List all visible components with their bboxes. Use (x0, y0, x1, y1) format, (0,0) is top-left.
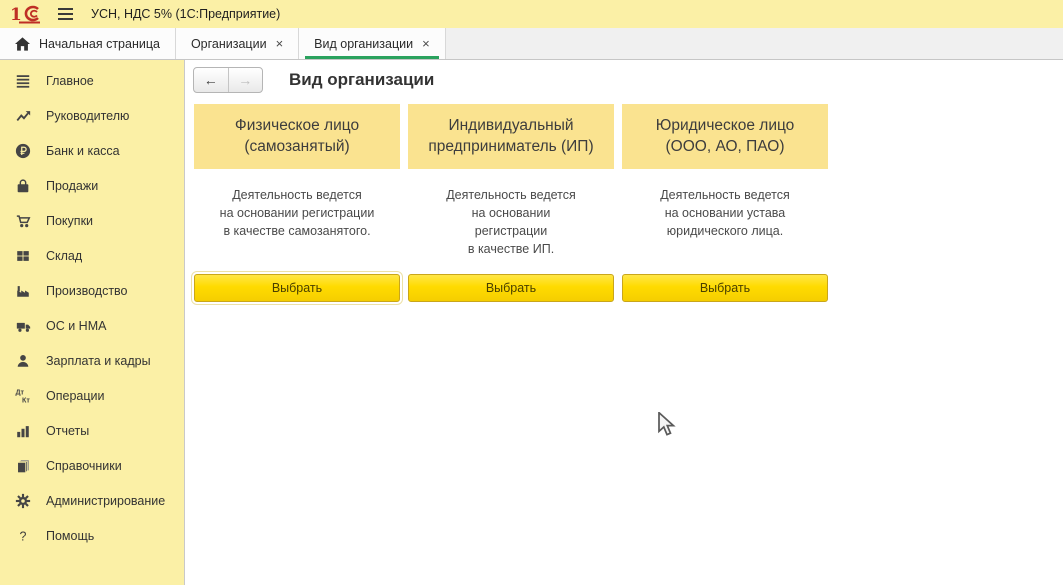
card-legal-entity: Юридическое лицо (ООО, АО, ПАО) Деятельн… (622, 104, 828, 302)
sidebar-item-operatsii[interactable]: Дт Кт Операции (0, 378, 184, 413)
tab-organizations[interactable]: Организации × (176, 28, 299, 59)
sidebar-item-label: Справочники (46, 459, 122, 473)
factory-icon (13, 283, 33, 299)
sidebar-item-label: ОС и НМА (46, 319, 106, 333)
main-menu-icon[interactable] (58, 8, 73, 20)
main-content: ← → Вид организации Физическое лицо (сам… (185, 60, 1063, 585)
close-icon[interactable]: × (276, 37, 284, 50)
forward-button: → (229, 68, 263, 92)
card-description: Деятельность ведется на основании регист… (408, 169, 614, 274)
truck-icon (13, 318, 33, 334)
sidebar: Главное Руководителю Банк и касса (0, 60, 185, 585)
books-icon (13, 458, 33, 474)
active-tab-underline (305, 56, 439, 59)
sidebar-item-proizvodstvo[interactable]: Производство (0, 273, 184, 308)
sidebar-item-pomosch[interactable]: ? Помощь (0, 518, 184, 553)
sidebar-item-bank-i-kassa[interactable]: Банк и касса (0, 133, 184, 168)
mouse-cursor (657, 412, 677, 441)
close-icon[interactable]: × (422, 37, 430, 50)
card-description: Деятельность ведется на основании регист… (194, 169, 400, 274)
ruble-coin-icon (13, 143, 33, 159)
sidebar-item-label: Администрирование (46, 494, 165, 508)
sidebar-item-zarplata-i-kadry[interactable]: Зарплата и кадры (0, 343, 184, 378)
sales-bag-icon (13, 178, 33, 194)
sidebar-item-sklad[interactable]: Склад (0, 238, 184, 273)
question-icon: ? (13, 528, 33, 544)
card-individual-selfemployed: Физическое лицо (самозанятый) Деятельнос… (194, 104, 400, 302)
sidebar-item-label: Отчеты (46, 424, 89, 438)
tab-home[interactable]: Начальная страница (0, 28, 176, 59)
sidebar-item-label: Руководителю (46, 109, 129, 123)
sidebar-item-glavnoe[interactable]: Главное (0, 63, 184, 98)
sections-icon (13, 73, 33, 89)
tab-label: Начальная страница (39, 37, 160, 51)
page-title: Вид организации (289, 70, 434, 90)
sidebar-item-label: Производство (46, 284, 128, 298)
sidebar-item-spravochniki[interactable]: Справочники (0, 448, 184, 483)
sidebar-item-label: Главное (46, 74, 94, 88)
choose-button-ip[interactable]: Выбрать (408, 274, 614, 302)
card-title: Физическое лицо (самозанятый) (194, 104, 400, 169)
svg-text:?: ? (19, 529, 26, 543)
choose-button-selfemployed[interactable]: Выбрать (194, 274, 400, 302)
titlebar: 1 УСН, НДС 5% (1С:Предприятие) (0, 0, 1063, 28)
back-button[interactable]: ← (194, 68, 229, 92)
svg-text:Кт: Кт (22, 397, 30, 404)
choose-button-legal[interactable]: Выбрать (622, 274, 828, 302)
svg-text:Дт: Дт (15, 389, 24, 397)
app-shell: Главное Руководителю Банк и касса (0, 60, 1063, 585)
bar-chart-icon (13, 423, 33, 439)
sidebar-item-label: Банк и касса (46, 144, 120, 158)
tab-label: Организации (191, 37, 267, 51)
sidebar-item-label: Зарплата и кадры (46, 354, 151, 368)
sidebar-item-label: Покупки (46, 214, 93, 228)
sidebar-item-label: Операции (46, 389, 104, 403)
home-icon (15, 37, 30, 51)
trend-icon (13, 108, 33, 124)
nav-row: ← → Вид организации (193, 66, 1063, 94)
1c-logo: 1 (10, 3, 44, 25)
sidebar-item-otchety[interactable]: Отчеты (0, 413, 184, 448)
sidebar-item-os-i-nma[interactable]: ОС и НМА (0, 308, 184, 343)
sidebar-item-pokupki[interactable]: Покупки (0, 203, 184, 238)
card-title: Юридическое лицо (ООО, АО, ПАО) (622, 104, 828, 169)
gear-icon (13, 493, 33, 509)
tabbar: Начальная страница Организации × Вид орг… (0, 28, 1063, 60)
sidebar-item-administrirovanie[interactable]: Администрирование (0, 483, 184, 518)
person-icon (13, 353, 33, 369)
sidebar-item-label: Продажи (46, 179, 98, 193)
tab-organization-type[interactable]: Вид организации × (299, 28, 446, 59)
cart-icon (13, 213, 33, 229)
sidebar-item-label: Помощь (46, 529, 94, 543)
warehouse-grid-icon (13, 248, 33, 264)
card-title: Индивидуальный предприниматель (ИП) (408, 104, 614, 169)
app-title: УСН, НДС 5% (1С:Предприятие) (91, 7, 280, 21)
sidebar-item-label: Склад (46, 249, 82, 263)
organization-type-cards: Физическое лицо (самозанятый) Деятельнос… (194, 104, 1063, 302)
sidebar-item-rukovoditelyu[interactable]: Руководителю (0, 98, 184, 133)
card-description: Деятельность ведется на основании устава… (622, 169, 828, 274)
sidebar-item-prodazhi[interactable]: Продажи (0, 168, 184, 203)
debit-credit-icon: Дт Кт (13, 387, 33, 404)
card-entrepreneur-ip: Индивидуальный предприниматель (ИП) Деят… (408, 104, 614, 302)
history-nav: ← → (193, 67, 263, 93)
tab-label: Вид организации (314, 37, 413, 51)
